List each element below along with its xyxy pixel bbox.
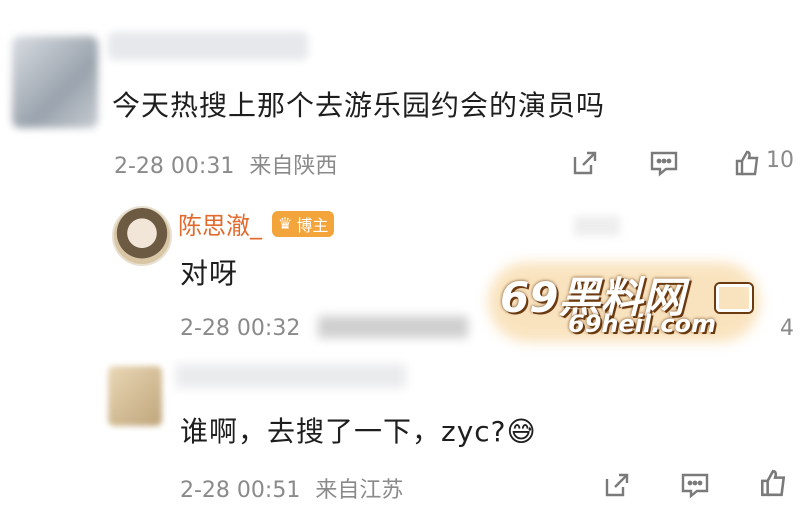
reply-location-blurred bbox=[318, 316, 468, 338]
like-count: 4 bbox=[780, 316, 794, 341]
crown-icon: ♛ bbox=[278, 214, 293, 233]
comment-location: 来自陕西 bbox=[249, 154, 338, 179]
comment-text: 今天热搜上那个去游乐园约会的演员吗 bbox=[112, 89, 606, 122]
watermark-logo: 69黑料网 69heil.com bbox=[488, 262, 760, 342]
comment-meta: 2-28 00:51 来自江苏 bbox=[180, 472, 403, 504]
blogger-badge: ♛ 博主 bbox=[272, 210, 335, 237]
avatar[interactable] bbox=[112, 206, 172, 266]
comment-icon[interactable] bbox=[678, 468, 712, 502]
reply-username[interactable]: 陈思澈_ bbox=[178, 206, 262, 241]
like-count: 10 bbox=[766, 148, 794, 173]
reply-text: 对呀 bbox=[180, 257, 239, 290]
comment-time: 2-28 00:31 bbox=[114, 154, 235, 179]
reply-header: 陈思澈_ ♛ 博主 bbox=[178, 206, 335, 241]
emoji: 😅 bbox=[506, 415, 537, 448]
avatar[interactable] bbox=[12, 36, 98, 128]
watermark-url: 69heil.com bbox=[568, 310, 717, 338]
blurred-element bbox=[574, 216, 620, 236]
comment-text: 谁啊，去搜了一下，zyc?😅 bbox=[180, 415, 537, 448]
comment-icon[interactable] bbox=[647, 146, 681, 180]
share-icon[interactable] bbox=[600, 468, 634, 502]
comment-time: 2-28 00:51 bbox=[180, 478, 301, 503]
play-icon bbox=[716, 284, 752, 312]
avatar[interactable] bbox=[108, 366, 162, 426]
username-blurred[interactable] bbox=[176, 364, 406, 388]
reply-time: 2-28 00:32 bbox=[180, 316, 301, 341]
share-icon[interactable] bbox=[568, 146, 602, 180]
comment-location: 来自江苏 bbox=[315, 478, 404, 503]
comment-meta: 2-28 00:31 来自陕西 bbox=[114, 148, 337, 180]
like-icon[interactable] bbox=[756, 466, 790, 500]
username-blurred[interactable] bbox=[108, 32, 308, 60]
like-icon[interactable] bbox=[730, 146, 764, 180]
